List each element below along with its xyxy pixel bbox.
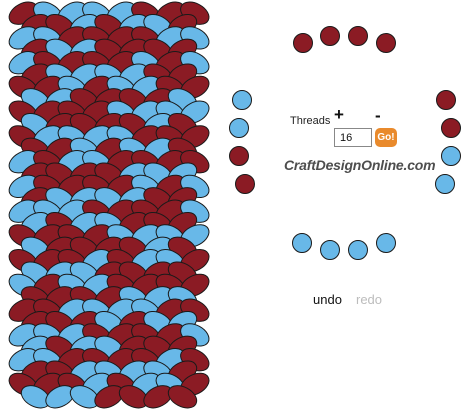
thread-dot[interactable] [320,26,340,46]
go-button[interactable]: Go! [375,128,397,147]
add-thread-button[interactable]: + [334,106,344,123]
thread-count-input[interactable] [334,128,372,147]
thread-dot[interactable] [348,26,368,46]
thread-dot[interactable] [235,174,255,194]
undo-button[interactable]: undo [313,292,342,307]
thread-dot[interactable] [348,240,368,260]
thread-dot[interactable] [376,33,396,53]
redo-button[interactable]: redo [356,292,382,307]
thread-dot[interactable] [441,146,461,166]
thread-dot[interactable] [441,118,461,138]
threads-label: Threads [290,115,331,127]
braid-pattern[interactable] [0,0,215,410]
thread-dot[interactable] [292,233,312,253]
thread-dot[interactable] [293,33,313,53]
brand-logo: CraftDesignOnline.com [284,157,436,173]
thread-dot[interactable] [232,90,252,110]
remove-thread-button[interactable]: - [375,107,381,124]
thread-dot[interactable] [436,90,456,110]
thread-dot[interactable] [376,233,396,253]
thread-dot[interactable] [229,118,249,138]
thread-dot[interactable] [320,240,340,260]
thread-dot[interactable] [229,146,249,166]
thread-dot[interactable] [435,174,455,194]
